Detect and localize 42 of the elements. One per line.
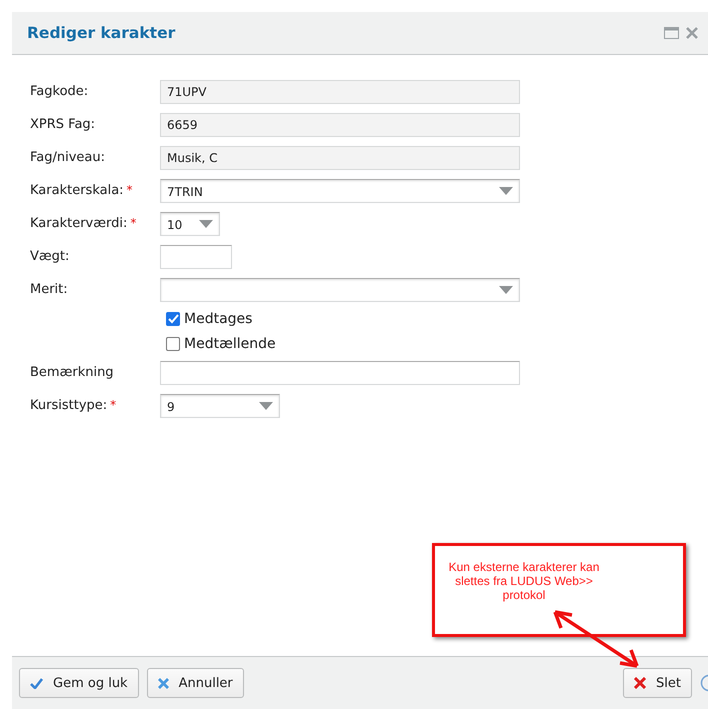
close-icon[interactable] xyxy=(686,27,698,39)
input-field[interactable] xyxy=(160,360,520,384)
readonly-field: 6659 xyxy=(160,112,520,136)
checkbox-box[interactable] xyxy=(166,336,180,350)
callout-text: Kun eksterne karakterer kan slettes fra LUDUS Web>> protokol xyxy=(448,560,600,602)
check-icon xyxy=(30,678,43,688)
dropdown[interactable] xyxy=(160,278,520,302)
field-label: Fag/niveau: xyxy=(30,150,106,165)
delete-button[interactable]: Slet xyxy=(623,668,692,698)
field-label: Kursisttype: xyxy=(30,398,108,413)
dropdown[interactable]: 10 xyxy=(160,212,220,236)
caret-icon xyxy=(499,286,513,294)
save-button[interactable]: Gem og luk xyxy=(19,668,139,698)
required-mark: * xyxy=(110,398,116,412)
cancel-button[interactable]: Annuller xyxy=(146,668,244,698)
checkbox-label: Medtages xyxy=(184,310,252,326)
checkbox[interactable]: Medtages xyxy=(166,310,252,326)
field-label: Merit: xyxy=(30,282,68,297)
field-label: Vægt: xyxy=(30,249,70,264)
close-icon xyxy=(158,678,169,688)
close-icon xyxy=(634,677,646,689)
checkbox-box[interactable] xyxy=(166,312,180,326)
field-label: Bemærkning xyxy=(30,365,114,380)
required-mark: * xyxy=(130,216,136,230)
caret-icon xyxy=(199,220,213,228)
field-label: XPRS Fag: xyxy=(30,117,96,132)
field-label: Karakterværdi: xyxy=(30,216,128,231)
field-label: Fagkode: xyxy=(30,84,88,99)
readonly-field: 71UPV xyxy=(160,80,520,104)
checkbox-label: Medtællende xyxy=(184,336,276,352)
field-label: Karakterskala: xyxy=(30,183,124,198)
help-icon[interactable] xyxy=(700,674,708,692)
required-mark: * xyxy=(126,183,133,197)
readonly-field: Musik, C xyxy=(160,146,520,170)
caret-icon xyxy=(499,186,513,194)
dropdown[interactable]: 7TRIN xyxy=(160,178,520,202)
maximize-icon[interactable] xyxy=(664,27,679,39)
caret-icon xyxy=(259,402,273,410)
window-title: Rediger karakter xyxy=(27,24,176,42)
checkbox[interactable]: Medtællende xyxy=(166,336,276,352)
input-field[interactable] xyxy=(160,244,232,268)
dropdown[interactable]: 9 xyxy=(160,394,280,418)
